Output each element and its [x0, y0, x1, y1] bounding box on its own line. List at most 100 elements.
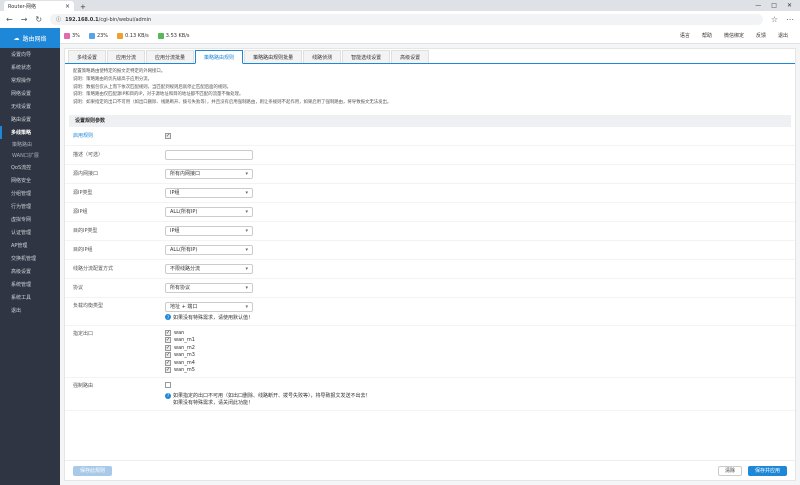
sidebar-item[interactable]: AP管理	[0, 239, 60, 252]
sidebar-item[interactable]: WAN口扩展	[0, 150, 60, 161]
sidebar-item[interactable]: 无线设置	[0, 100, 60, 113]
chevron-down-icon: ▾	[245, 303, 248, 310]
top-link[interactable]: 帮助	[702, 32, 712, 39]
lb-type-select[interactable]: 地址 + 端口 ▾	[165, 301, 253, 312]
src_type-select[interactable]: IP组 ▾	[165, 187, 253, 198]
top-link[interactable]: 微信绑定	[724, 32, 744, 39]
top-link[interactable]: 反馈	[756, 32, 766, 39]
minimize-icon[interactable]: —	[755, 2, 761, 9]
dst_type-select[interactable]: IP组 ▾	[165, 225, 253, 236]
sidebar-item[interactable]: 系统工具	[0, 291, 60, 304]
browser-chrome: Router-网络 × + — □ ✕ ← → ↻ ⓘ 192.168.0.1/cgi-…	[0, 0, 800, 28]
clear-button[interactable]: 清除	[717, 465, 742, 476]
desc-line: 配置策略路由使特定的报文走特定的外网接口。	[73, 69, 166, 74]
page-tab[interactable]: 智能选线设置	[342, 50, 391, 63]
sidebar-item[interactable]: 系统状态	[0, 61, 60, 74]
dst_ip-label: 目的IP组	[73, 247, 93, 254]
src_if-label: 源内网接口	[73, 171, 99, 178]
info-icon: ⓘ	[56, 17, 62, 23]
status-bar: 3% 23% 0.13 KB/s 3.53 KB/s 语言 帮助 微信绑定 反馈 退出	[60, 28, 800, 44]
desc-input[interactable]	[165, 149, 253, 160]
sidebar-item[interactable]: 认证管理	[0, 226, 60, 239]
form-row: 线路分流配置方式 不限线路分流 ▾	[65, 260, 795, 279]
sidebar-item[interactable]: 行为管理	[0, 200, 60, 213]
help-icon: ?	[165, 392, 171, 399]
reload-icon[interactable]: ↻	[35, 15, 42, 24]
src_if-value: 所有内网接口	[170, 171, 201, 178]
interface-option[interactable]: ✓ wan	[165, 329, 195, 336]
help-icon: ?	[165, 314, 171, 321]
dst_type-label: 目的IP类型	[73, 228, 98, 235]
address-bar[interactable]: ⓘ 192.168.0.1/cgi-bin/webui/admin	[50, 14, 763, 25]
sidebar-item[interactable]: 网络设置	[0, 87, 60, 100]
cpu-icon	[64, 32, 70, 39]
sidebar-item[interactable]: 常规操作	[0, 74, 60, 87]
enable-label: 启用规则	[73, 133, 94, 140]
new-tab-icon[interactable]: +	[80, 3, 86, 11]
interface-option[interactable]: ✓ wan_m3	[165, 352, 195, 359]
form-row: 目的IP类型 IP组 ▾	[65, 222, 795, 241]
star-icon[interactable]: ☆	[771, 15, 778, 24]
top-link[interactable]: 语言	[680, 32, 690, 39]
chevron-down-icon: ▾	[245, 208, 248, 215]
sidebar-item[interactable]: 多线策略	[0, 126, 60, 139]
page-tab[interactable]: 线路侦测	[303, 50, 342, 63]
back-icon[interactable]: ←	[6, 15, 13, 24]
form-row: 协议 所有协议 ▾	[65, 279, 795, 298]
force-hint: 如果指定的出口不可用（如出口删除、线路断开、拨号失败等），将导致报文发送不出去！	[173, 393, 371, 400]
lb-select[interactable]: 不限线路分流 ▾	[165, 263, 253, 274]
enable-checkbox[interactable]: ✓	[165, 132, 171, 139]
sidebar-item[interactable]: QoS流控	[0, 161, 60, 174]
interface-option[interactable]: ✓ wan_m2	[165, 344, 195, 351]
page-tab[interactable]: 应用分流	[107, 50, 146, 63]
interface-option[interactable]: ✓ wan_m5	[165, 367, 195, 374]
src_if-select[interactable]: 所有内网接口 ▾	[165, 168, 253, 179]
lb-type-hint: 如果没有特殊需求，请使用默认值！	[173, 314, 254, 321]
proto-label: 协议	[73, 285, 84, 292]
sidebar-item[interactable]: 设置向导	[0, 48, 60, 61]
interface-checkbox[interactable]: ✓	[165, 344, 171, 351]
sidebar-item[interactable]: 网络安全	[0, 174, 60, 187]
interface-option[interactable]: ✓ wan_m4	[165, 359, 195, 366]
sidebar-item[interactable]: 退出	[0, 304, 60, 317]
interface-name: wan_m4	[174, 359, 195, 366]
page-tab[interactable]: 高级设置	[391, 50, 430, 63]
top-link[interactable]: 退出	[778, 32, 788, 39]
menu-icon[interactable]: ⋯	[786, 15, 794, 24]
save-rule-button[interactable]: 保存此规则	[73, 465, 113, 476]
dst_ip-value: ALL(所有IP)	[170, 247, 198, 254]
force-checkbox[interactable]	[165, 382, 171, 389]
interface-checkbox[interactable]: ✓	[165, 367, 171, 374]
interface-option[interactable]: ✓ wan_m1	[165, 337, 195, 344]
proto-select[interactable]: 所有协议 ▾	[165, 282, 253, 293]
interface-name: wan_m2	[174, 344, 195, 351]
maximize-icon[interactable]: □	[771, 2, 777, 9]
forward-icon[interactable]: →	[21, 15, 28, 24]
save-apply-button[interactable]: 保存并应用	[747, 465, 787, 476]
sidebar-item[interactable]: 高级设置	[0, 265, 60, 278]
interface-name: wan	[174, 329, 185, 336]
interface-checkbox[interactable]: ✓	[165, 359, 171, 366]
sidebar-item[interactable]: 虚拟专网	[0, 213, 60, 226]
browser-tab-title: Router-网络	[8, 3, 37, 10]
sidebar-item[interactable]: 策略路由	[0, 139, 60, 150]
interface-checkbox[interactable]: ✓	[165, 329, 171, 336]
browser-tab[interactable]: Router-网络 ×	[4, 1, 74, 11]
close-tab-icon[interactable]: ×	[65, 3, 70, 10]
page-tab[interactable]: 应用分流批量	[146, 50, 195, 63]
sidebar-item[interactable]: 系统管理	[0, 278, 60, 291]
page-tab[interactable]: 策略路由规则	[195, 50, 244, 64]
sidebar-item[interactable]: 路由设置	[0, 113, 60, 126]
page-tab[interactable]: 多线设置	[68, 50, 107, 63]
dst_ip-select[interactable]: ALL(所有IP) ▾	[165, 244, 253, 255]
page-tab[interactable]: 策略路由规则批量	[244, 50, 303, 63]
interface-checkbox[interactable]: ✓	[165, 352, 171, 359]
close-window-icon[interactable]: ✕	[787, 2, 792, 9]
memory-value: 23%	[96, 32, 109, 39]
sidebar-item[interactable]: 交换机管理	[0, 252, 60, 265]
src_type-value: IP组	[170, 190, 180, 197]
sidebar-item[interactable]: 分组管理	[0, 187, 60, 200]
src_ip-select[interactable]: ALL(所有IP) ▾	[165, 206, 253, 217]
interface-checkbox[interactable]: ✓	[165, 337, 171, 344]
chevron-down-icon: ▾	[245, 227, 248, 234]
